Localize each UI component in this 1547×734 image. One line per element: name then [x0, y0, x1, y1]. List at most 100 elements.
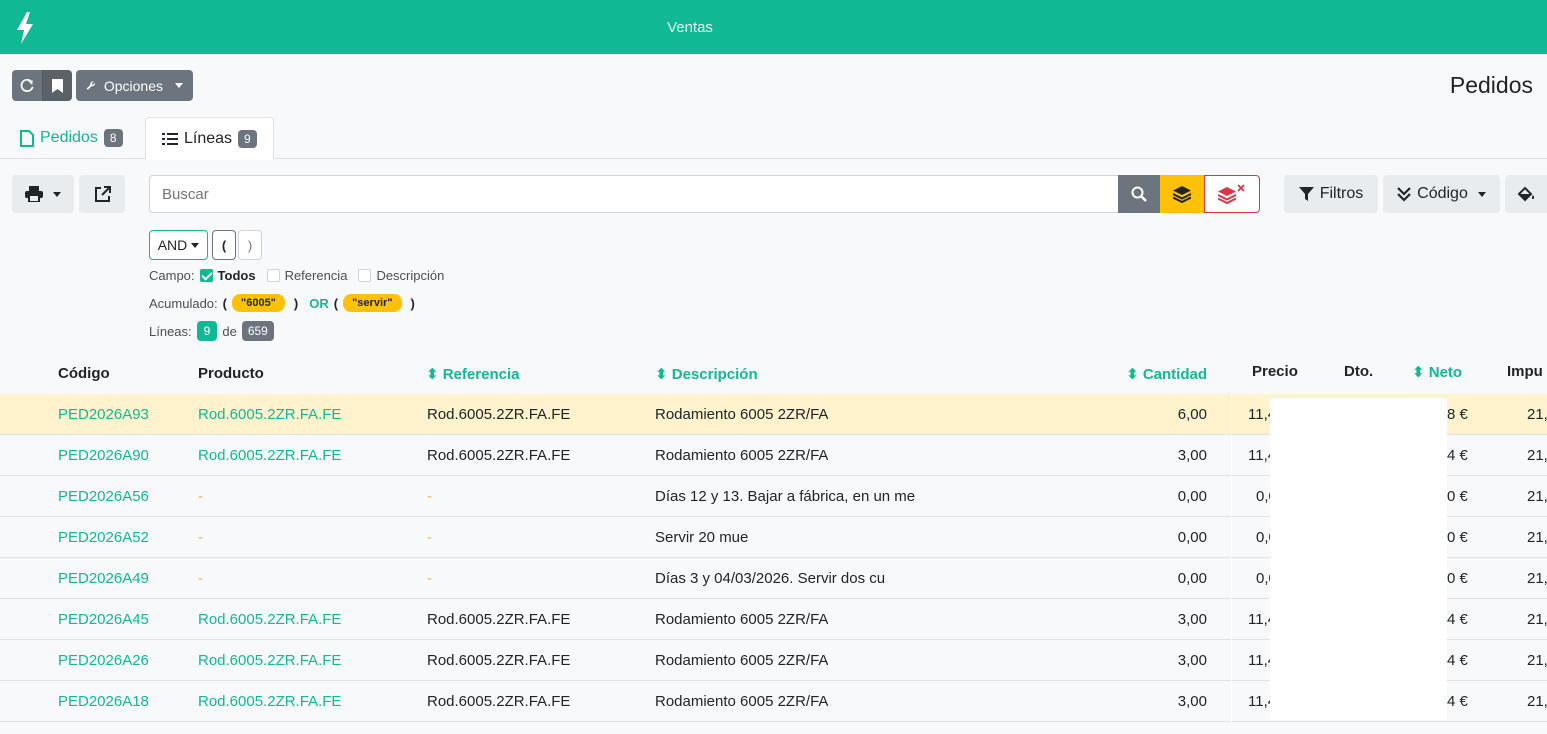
cell-code[interactable]: PED2026A18 [58, 693, 149, 710]
cell-description: Servir 20 mue [655, 529, 749, 546]
cell-product[interactable]: Rod.6005.2ZR.FA.FE [198, 652, 341, 669]
cell-product: - [198, 529, 203, 546]
column-header-dto[interactable]: Dto. [1344, 363, 1373, 380]
app-title: Ventas [667, 19, 713, 36]
column-header-cantidad[interactable]: ⬍ Cantidad [1126, 365, 1207, 383]
cell-net: 8 € [1447, 406, 1468, 423]
cell-quantity: 3,00 [1177, 693, 1207, 710]
or-operator: OR [309, 295, 329, 311]
cell-reference: - [427, 488, 432, 505]
color-button[interactable] [1505, 175, 1547, 213]
cell-tax: 21, [1527, 693, 1547, 710]
search-term-pill[interactable]: "6005" [232, 294, 285, 312]
toolbar-button-group [12, 70, 72, 101]
field-todos-checkbox[interactable] [199, 269, 213, 282]
group-close-paren: ) [293, 295, 299, 311]
bookmark-button[interactable] [42, 70, 72, 101]
cell-code[interactable]: PED2026A56 [58, 488, 149, 505]
cell-code[interactable]: PED2026A52 [58, 529, 149, 546]
paint-bucket-icon [1517, 186, 1535, 202]
page-title: Pedidos [1449, 72, 1533, 98]
field-referencia-checkbox[interactable] [266, 269, 280, 282]
external-link-icon [94, 185, 111, 202]
cell-code[interactable]: PED2026A26 [58, 652, 149, 669]
search-button[interactable] [1118, 175, 1160, 213]
close-paren-button[interactable]: ) [238, 230, 262, 260]
sort-icon: ⬍ [655, 366, 668, 383]
cell-quantity: 3,00 [1177, 447, 1207, 464]
search-icon [1131, 186, 1147, 202]
chevron-down-icon [175, 83, 183, 88]
layers-clear-icon [1218, 184, 1245, 204]
cell-tax: 21, [1527, 529, 1547, 546]
tab-pedidos-label: Pedidos [40, 129, 98, 146]
sort-icon: ⬍ [426, 366, 439, 383]
cell-description: Días 3 y 04/03/2026. Servir dos cu [655, 570, 886, 587]
chevron-down-icon [191, 242, 200, 248]
field-selector: Campo: Todos Referencia Descripción [149, 268, 444, 283]
of-label: de [222, 323, 237, 339]
cell-quantity: 0,00 [1177, 488, 1207, 505]
cell-quantity: 6,00 [1177, 406, 1207, 423]
open-paren-button[interactable]: ( [212, 230, 236, 260]
layers-icon [1173, 185, 1191, 203]
column-separator [1231, 394, 1232, 722]
cell-code[interactable]: PED2026A45 [58, 611, 149, 628]
cell-net: 4 € [1447, 652, 1468, 669]
cell-quantity: 3,00 [1177, 652, 1207, 669]
sort-label: Código [1417, 185, 1468, 202]
column-header-impuesto[interactable]: Impu [1507, 363, 1543, 380]
cell-reference: Rod.6005.2ZR.FA.FE [427, 447, 571, 464]
cell-description: Días 12 y 13. Bajar a fábrica, en un me [655, 488, 916, 505]
sort-icon: ⬍ [1412, 364, 1425, 381]
cell-reference: - [427, 529, 432, 546]
column-header-neto[interactable]: ⬍ Neto [1412, 363, 1462, 381]
export-button[interactable] [79, 175, 125, 213]
group-close-paren: ) [410, 295, 415, 311]
cell-quantity: 3,00 [1177, 611, 1207, 628]
print-dropdown-button[interactable] [12, 175, 74, 213]
cell-tax: 21, [1527, 447, 1547, 464]
cell-description: Rodamiento 6005 2ZR/FA [655, 611, 829, 628]
cell-reference: Rod.6005.2ZR.FA.FE [427, 406, 571, 423]
filters-label: Filtros [1319, 185, 1364, 202]
refresh-icon [20, 78, 34, 92]
field-descripcion-checkbox[interactable] [358, 269, 372, 282]
cell-net: 0 € [1447, 488, 1468, 505]
column-header-codigo[interactable]: Código [58, 365, 110, 382]
cell-product[interactable]: Rod.6005.2ZR.FA.FE [198, 611, 341, 628]
column-header-precio[interactable]: Precio [1252, 363, 1298, 380]
field-referencia-label: Referencia [284, 268, 348, 283]
clear-accumulated-button[interactable] [1204, 175, 1260, 213]
wrench-icon [86, 81, 96, 90]
operator-dropdown[interactable]: AND [149, 230, 208, 260]
file-icon [20, 129, 34, 147]
chevron-down-icon [1477, 191, 1486, 197]
cell-code[interactable]: PED2026A93 [58, 406, 149, 423]
filters-button[interactable]: Filtros [1284, 175, 1378, 213]
tab-lineas[interactable]: Líneas 9 [145, 117, 274, 160]
cell-quantity: 0,00 [1177, 529, 1207, 546]
column-header-producto[interactable]: Producto [198, 365, 264, 382]
column-header-referencia[interactable]: ⬍ Referencia [426, 365, 519, 383]
cell-code[interactable]: PED2026A90 [58, 447, 149, 464]
search-input[interactable] [149, 175, 1119, 213]
cell-product: - [198, 570, 203, 587]
cell-net: 0 € [1447, 570, 1468, 587]
tab-pedidos[interactable]: Pedidos 8 [4, 117, 139, 159]
options-dropdown-button[interactable]: Opciones [76, 70, 193, 101]
filter-icon [1298, 186, 1314, 201]
field-descripcion-label: Descripción [376, 268, 445, 283]
cell-code[interactable]: PED2026A49 [58, 570, 149, 587]
sort-dropdown-button[interactable]: Código [1383, 175, 1500, 213]
cell-product[interactable]: Rod.6005.2ZR.FA.FE [198, 406, 341, 423]
refresh-button[interactable] [12, 70, 42, 101]
cell-product[interactable]: Rod.6005.2ZR.FA.FE [198, 693, 341, 710]
accumulate-search-button[interactable] [1160, 175, 1204, 213]
column-header-descripcion[interactable]: ⬍ Descripción [655, 365, 758, 383]
cell-net: 4 € [1447, 447, 1468, 464]
search-term-pill[interactable]: "servir" [343, 294, 402, 312]
cell-tax: 21, [1527, 570, 1547, 587]
list-icon [162, 132, 178, 145]
cell-product[interactable]: Rod.6005.2ZR.FA.FE [198, 447, 341, 464]
